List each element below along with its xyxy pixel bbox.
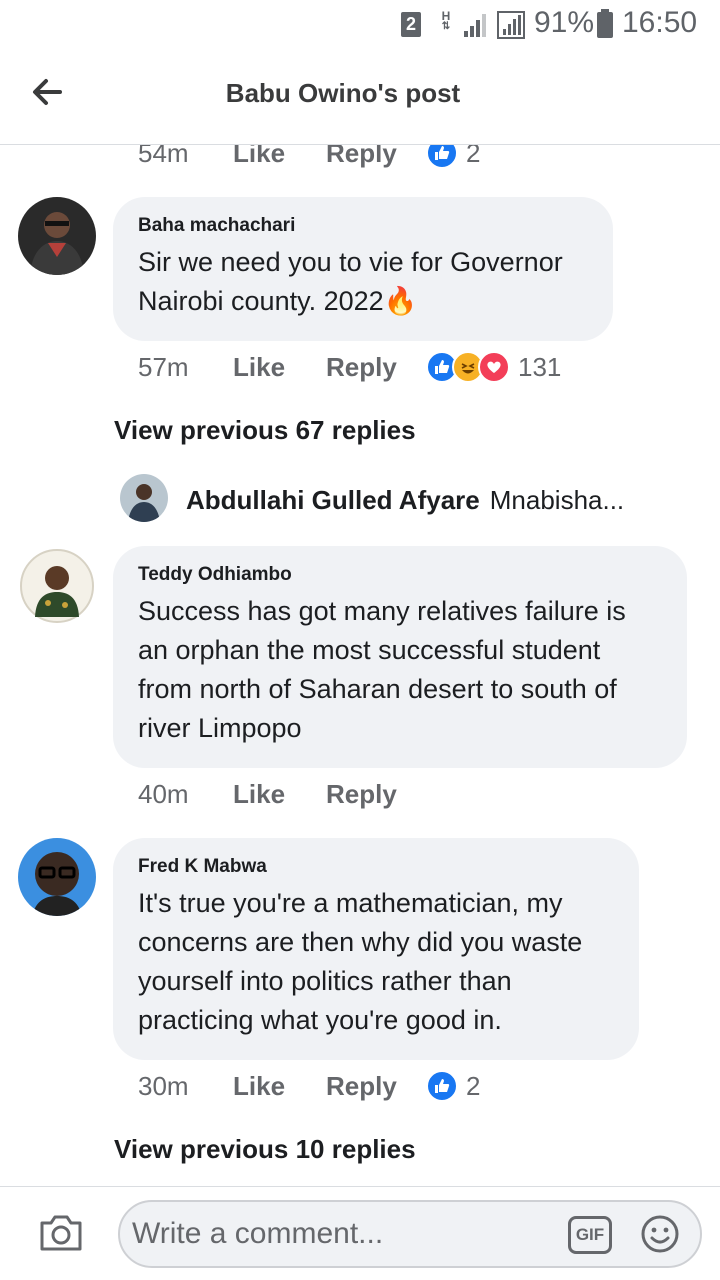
reaction-count: 2 [466,145,481,168]
comment-meta-row: 40m Like Reply [138,774,426,814]
reply-button[interactable]: Reply [326,145,426,169]
camera-icon [40,1215,82,1251]
comment-meta-row: 54m Like Reply 2 [138,145,480,173]
page-title: Babu Owino's post [225,78,461,108]
view-previous-replies[interactable]: View previous 10 replies [114,1134,416,1165]
love-reaction-icon [478,351,510,383]
user-avatar-icon [18,547,96,625]
comment-time: 57m [138,351,189,382]
user-avatar-icon [18,197,96,275]
view-previous-replies[interactable]: View previous 67 replies [114,415,416,446]
like-button[interactable]: Like [233,145,326,169]
comment-bubble[interactable]: Baha machachari Sir we need you to vie f… [113,197,613,341]
latest-reply-preview[interactable]: Abdullahi Gulled Afyare Mnabisha... [186,485,624,516]
like-button[interactable]: Like [233,352,326,383]
comment-bubble[interactable]: Fred K Mabwa It's true you're a mathemat… [113,838,639,1060]
like-button[interactable]: Like [233,779,326,810]
comment-author[interactable]: Teddy Odhiambo [138,564,661,586]
comment-text: Sir we need you to vie for Governor Nair… [138,243,587,321]
reply-button[interactable]: Reply [326,779,426,810]
comment-bubble[interactable]: Teddy Odhiambo Success has got many rela… [113,546,687,768]
data-arrows-icon: ⇅ [441,21,451,32]
reply-avatar[interactable] [120,474,168,522]
comment-time: 40m [138,778,189,809]
comment-time: 30m [138,1070,189,1101]
reply-button[interactable]: Reply [326,352,426,383]
reaction-count: 2 [466,1070,481,1101]
gif-button[interactable]: GIF [568,1216,612,1254]
reply-snippet: Mnabisha... [489,485,625,515]
sim-slot-indicator: 2 [401,12,421,37]
comment-text: It's true you're a mathematician, my con… [138,888,583,1035]
battery-percent: 91% [534,6,595,39]
like-reaction-icon [426,1070,458,1102]
comment-composer: GIF [0,1186,720,1280]
comment-meta-row: 30m Like Reply 2 [138,1066,480,1106]
status-bar: 2 H ⇅ 91% 16:50 [0,0,720,50]
user-avatar-icon [120,474,168,522]
comments-list[interactable]: 54m Like Reply 2 Baha machachari Sir we … [0,145,720,1185]
comment-author[interactable]: Fred K Mabwa [138,856,613,878]
network-type-indicator: H ⇅ [438,10,454,40]
reaction-summary[interactable]: 131 [426,351,561,383]
comment-input-field[interactable]: GIF [118,1200,702,1268]
emoji-icon [641,1215,679,1253]
comment-text: Success has got many relatives failure i… [138,596,626,743]
signal-strength-icon [464,14,486,37]
like-reaction-icon [426,145,458,169]
clock: 16:50 [622,6,698,39]
reaction-summary[interactable]: 2 [426,145,480,169]
comment-time: 54m [138,145,189,168]
comment-input[interactable] [132,1210,562,1258]
user-avatar-icon [18,838,96,916]
comment-author[interactable]: Baha machachari [138,215,587,237]
app-header: Babu Owino's post [0,50,720,145]
reply-author[interactable]: Abdullahi Gulled Afyare [186,485,480,515]
avatar[interactable] [18,838,96,916]
like-button[interactable]: Like [233,1071,326,1102]
comment-text-body: Sir we need you to vie for Governor Nair… [138,247,563,316]
battery-charging-icon [597,9,613,38]
avatar[interactable] [18,547,96,625]
reaction-count: 131 [518,351,562,382]
reply-button[interactable]: Reply [326,1071,426,1102]
comment-meta-row: 57m Like Reply 131 [138,347,561,387]
avatar[interactable] [18,197,96,275]
camera-button[interactable] [38,1211,84,1253]
signal-strength-2-icon [497,11,525,39]
fire-emoji: 🔥 [383,286,418,316]
emoji-button[interactable] [640,1214,680,1254]
reaction-summary[interactable]: 2 [426,1070,480,1102]
